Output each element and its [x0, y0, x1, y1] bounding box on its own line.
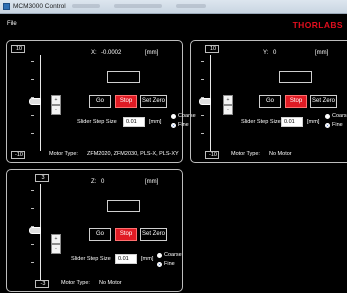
coarse-radio[interactable] [325, 114, 330, 119]
fine-radio[interactable] [157, 262, 162, 267]
axis-panel-x: 10 -10 + - X: -0.0002 [mm] Go Stop Set Z… [6, 40, 196, 163]
axis-panel-y: 10 -10 + - Y: 0 [mm] Go Stop Set Zero Sl… [190, 40, 347, 163]
window-titlebar: MCM3000 Control [0, 0, 347, 14]
jog-up-button[interactable]: + [223, 95, 233, 105]
axis-name-label: X: [91, 50, 97, 56]
window-title: MCM3000 Control [13, 3, 66, 10]
axis-name-label: Y: [263, 50, 269, 56]
target-position-input[interactable] [107, 200, 140, 212]
slider-tick [201, 133, 204, 134]
step-size-input[interactable] [281, 117, 303, 127]
coarse-radio[interactable] [171, 114, 176, 119]
slider-min-box: -3 [35, 280, 49, 288]
stop-button[interactable]: Stop [115, 228, 137, 241]
slider-min-box: -10 [11, 151, 25, 159]
motor-type-label: Motor Type: [231, 151, 260, 157]
axis-position-value: 0 [273, 50, 277, 56]
plus-icon: + [54, 97, 58, 103]
axis-unit-label: [mm] [315, 50, 329, 56]
slider-max-box: 10 [205, 45, 219, 53]
app-icon [3, 3, 10, 10]
slider-step-size-label: Slider Step Size [241, 119, 281, 125]
fine-radio[interactable] [171, 123, 176, 128]
slider-tick [31, 79, 34, 80]
menu-bar: File THORLABS [0, 14, 347, 32]
fine-label: Fine [332, 122, 343, 128]
slider-tick [31, 244, 34, 245]
go-button[interactable]: Go [89, 228, 111, 241]
step-unit-label: [mm] [141, 256, 154, 262]
fine-radio[interactable] [325, 123, 330, 128]
stop-button[interactable]: Stop [285, 95, 307, 108]
slider-tick [31, 133, 34, 134]
slider-min-value: -3 [40, 281, 46, 287]
menu-file[interactable]: File [7, 21, 17, 27]
slider-tick [31, 61, 34, 62]
slider-tick [31, 262, 34, 263]
slider-tick [31, 190, 34, 191]
stop-button[interactable]: Stop [115, 95, 137, 108]
jog-up-button[interactable]: + [51, 234, 61, 244]
titlebar-tab-3 [176, 4, 206, 8]
jog-down-button[interactable]: - [51, 244, 61, 254]
slider-thumb[interactable] [199, 98, 211, 105]
minus-icon: - [55, 107, 57, 113]
slider-max-box: 3 [35, 174, 49, 182]
slider-tick [31, 208, 34, 209]
slider-tick [201, 115, 204, 116]
jog-down-button[interactable]: - [223, 105, 233, 115]
coarse-label: Coarse [164, 252, 182, 258]
axis-position-value: 0 [101, 179, 105, 185]
axis-panel-z: 3 -3 + - Z: 0 [mm] Go Stop Set Zero Slid… [6, 169, 183, 292]
axis-unit-label: [mm] [145, 50, 159, 56]
go-button[interactable]: Go [259, 95, 281, 108]
motor-type-label: Motor Type: [49, 151, 78, 157]
minus-icon: - [227, 107, 229, 113]
motor-type-value: ZFM2020, ZFM2030, PLS-X, PLS-XY [87, 151, 179, 157]
slider-thumb[interactable] [29, 98, 41, 105]
fine-label: Fine [164, 261, 175, 267]
motor-type-value: No Motor [269, 151, 292, 157]
step-unit-label: [mm] [149, 119, 162, 125]
coarse-radio[interactable] [157, 253, 162, 258]
jog-down-button[interactable]: - [51, 105, 61, 115]
axis-name-label: Z: [91, 179, 97, 185]
app-window: File THORLABS 10 -10 + - X: -0.0002 [mm]… [0, 14, 347, 293]
slider-min-box: -10 [205, 151, 219, 159]
titlebar-tab-1 [72, 4, 100, 8]
go-button[interactable]: Go [89, 95, 111, 108]
step-size-input[interactable] [115, 254, 137, 264]
thorlabs-logo: THORLABS [292, 20, 343, 30]
plus-icon: + [226, 97, 230, 103]
axis-position-value: -0.0002 [101, 50, 122, 56]
coarse-label: Coarse [332, 113, 347, 119]
set-zero-button[interactable]: Set Zero [140, 95, 167, 108]
jog-up-button[interactable]: + [51, 95, 61, 105]
target-position-input[interactable] [279, 71, 312, 83]
set-zero-button[interactable]: Set Zero [140, 228, 167, 241]
slider-min-value: -10 [15, 152, 23, 158]
slider-tick [201, 61, 204, 62]
step-size-input[interactable] [123, 117, 145, 127]
slider-tick [201, 79, 204, 80]
slider-step-size-label: Slider Step Size [71, 256, 111, 262]
axis-unit-label: [mm] [145, 179, 159, 185]
slider-thumb[interactable] [29, 227, 41, 234]
plus-icon: + [54, 236, 58, 242]
target-position-input[interactable] [107, 71, 140, 83]
slider-max-value: 10 [209, 46, 217, 52]
titlebar-tab-2 [114, 4, 162, 8]
set-zero-button[interactable]: Set Zero [310, 95, 337, 108]
slider-step-size-label: Slider Step Size [77, 119, 117, 125]
motor-type-value: No Motor [99, 280, 122, 286]
minus-icon: - [55, 246, 57, 252]
slider-max-value: 10 [15, 46, 23, 52]
slider-min-value: -10 [209, 152, 217, 158]
slider-tick [31, 115, 34, 116]
motor-type-label: Motor Type: [61, 280, 90, 286]
fine-label: Fine [178, 122, 189, 128]
slider-max-value: 3 [41, 175, 45, 181]
step-unit-label: [mm] [307, 119, 320, 125]
slider-max-box: 10 [11, 45, 25, 53]
